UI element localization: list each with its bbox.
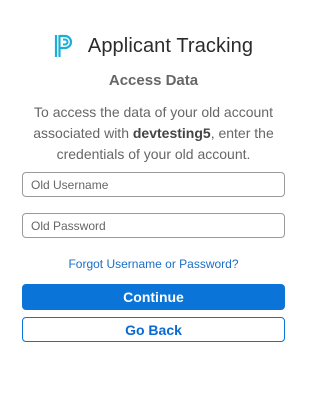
page-subtitle: Access Data (108, 72, 199, 89)
forgot-credentials-link[interactable]: Forgot Username or Password? (0, 257, 307, 271)
account-name: devtesting5 (132, 125, 211, 141)
access-data-page: Applicant Tracking Access Data To access… (0, 0, 307, 399)
app-title: Applicant Tracking (87, 34, 254, 57)
applicant-tracking-logo-icon (54, 34, 72, 57)
old-username-input[interactable] (22, 172, 285, 197)
old-password-input[interactable] (22, 213, 285, 238)
continue-button[interactable]: Continue (22, 284, 285, 310)
header: Applicant Tracking (0, 31, 307, 61)
instructions-text: To access the data of your old account a… (24, 102, 283, 165)
go-back-button[interactable]: Go Back (22, 317, 285, 342)
